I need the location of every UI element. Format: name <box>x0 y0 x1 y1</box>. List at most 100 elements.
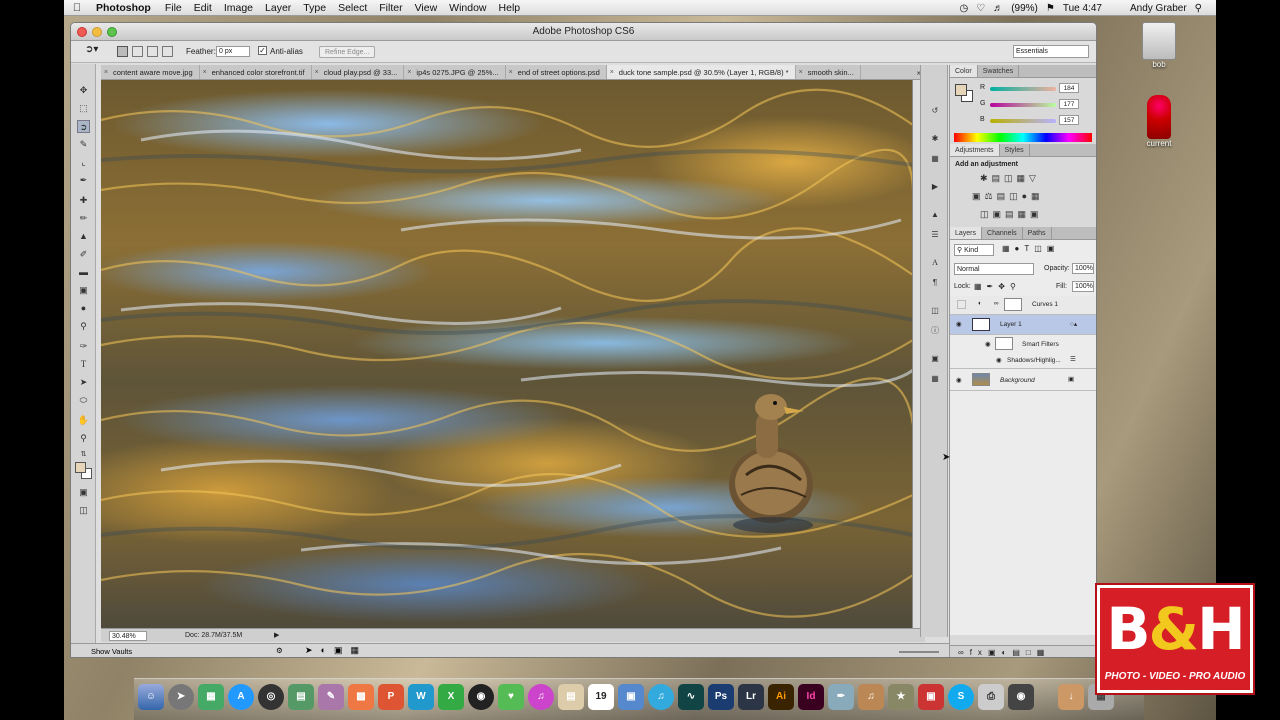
screen-share-icon[interactable]: ▣ <box>918 684 944 710</box>
zoom-button[interactable] <box>107 27 117 37</box>
lasso-tool-icon[interactable]: ➲ <box>77 120 90 133</box>
app-menu[interactable]: Photoshop <box>90 2 159 14</box>
menu-layer[interactable]: Layer <box>259 2 297 14</box>
link-layers-icon[interactable]: ∞ <box>958 648 970 657</box>
fill-input[interactable]: 100% <box>1072 281 1094 292</box>
blend-mode-select[interactable]: Normal <box>954 263 1034 275</box>
layer-row-background[interactable]: ◉ Background ▣ <box>950 370 1096 391</box>
illustrator-dock-icon[interactable]: Ai <box>768 684 794 710</box>
apple-icon[interactable]:  <box>64 2 90 14</box>
tab-layers[interactable]: Layers <box>950 227 983 239</box>
menu-image[interactable]: Image <box>218 2 259 14</box>
fg-color-swatch[interactable] <box>955 84 967 96</box>
tab-enhanced-color-storefront[interactable]: × enhanced color storefront.tif <box>200 65 312 79</box>
layer-name[interactable]: Curves 1 <box>1032 301 1058 308</box>
flag-icon[interactable]: ⚑ <box>1046 3 1055 14</box>
zoom-level[interactable]: 30.48% <box>109 631 147 641</box>
adjustment-icons-row-2[interactable]: ▣⚖▤◫●▦ <box>972 191 1044 202</box>
eye-icon[interactable]: ◉ <box>985 340 991 348</box>
user-menu[interactable]: Andy Graber <box>1130 3 1187 14</box>
gradient-tool-icon[interactable]: ▣ <box>77 284 90 297</box>
notes-icon[interactable]: ▣ <box>929 353 941 364</box>
history-icon[interactable]: ↺ <box>929 105 941 116</box>
opacity-input[interactable]: 100% <box>1072 263 1094 274</box>
tool-presets-icon[interactable]: ☰ <box>929 229 941 240</box>
quick-select-tool-icon[interactable]: ✎ <box>77 138 90 151</box>
screen-mode-icon[interactable]: ◫ <box>77 504 90 517</box>
intersect-selection-icon[interactable] <box>162 46 173 57</box>
tab-end-of-street[interactable]: × end of street options.psd <box>506 65 607 79</box>
lasso-preset-icon[interactable]: ➲▾ <box>85 44 98 55</box>
trash-icon[interactable]: ▦ <box>1037 648 1051 657</box>
brush-presets-icon[interactable]: ✱ <box>929 133 941 144</box>
tab-color[interactable]: Color <box>950 65 978 77</box>
eye-icon[interactable]: ◉ <box>996 356 1002 364</box>
menu-filter[interactable]: Filter <box>373 2 408 14</box>
subtract-selection-icon[interactable] <box>147 46 158 57</box>
paragraph-icon[interactable]: ¶ <box>929 277 941 288</box>
grapher-icon[interactable]: ▤ <box>288 684 314 710</box>
tab-channels[interactable]: Channels <box>982 227 1023 239</box>
layer-filter-kind[interactable]: ⚲ Kind <box>954 244 994 256</box>
blue-slider[interactable] <box>990 119 1056 123</box>
blur-tool-icon[interactable]: ● <box>77 302 90 315</box>
smart-filter-mask[interactable] <box>995 337 1013 350</box>
layer-name[interactable]: Layer 1 <box>1000 321 1022 328</box>
desktop-icon-bob[interactable]: bob <box>1134 22 1184 69</box>
finder-icon[interactable]: ☺ <box>138 684 164 710</box>
star-app-icon[interactable]: ★ <box>888 684 914 710</box>
guitar-icon[interactable]: ♫ <box>858 684 884 710</box>
excel-icon[interactable]: X <box>438 684 464 710</box>
close-tab-icon[interactable]: × <box>799 65 803 79</box>
zoom-slider[interactable] <box>899 651 939 653</box>
tab-duck-tone-sample[interactable]: × duck tone sample.psd @ 30.5% (Layer 1, … <box>606 65 796 79</box>
character-icon[interactable]: A <box>929 257 941 268</box>
pen-tool-icon[interactable]: ✑ <box>77 340 90 353</box>
background-thumbnail[interactable] <box>972 373 990 386</box>
histogram-icon[interactable]: ▦ <box>929 153 941 164</box>
mission-control-icon[interactable]: ▦ <box>198 684 224 710</box>
mask-icon[interactable]: ▣ <box>988 648 1002 657</box>
printer-icon[interactable]: ⎙ <box>978 684 1004 710</box>
layer-row-curves[interactable]: ◐ ∞ Curves 1 <box>950 296 1096 315</box>
battery-status[interactable]: (99%) <box>1011 3 1038 14</box>
downloads-stack-icon[interactable]: ↓ <box>1058 684 1084 710</box>
menu-help[interactable]: Help <box>493 2 527 14</box>
type-tool-icon[interactable]: T <box>77 358 90 371</box>
eraser-tool-icon[interactable]: ▬ <box>77 266 90 279</box>
actions-icon[interactable]: ▶ <box>929 181 941 192</box>
green-slider[interactable] <box>990 103 1056 107</box>
close-tab-icon[interactable]: × <box>104 65 108 79</box>
close-tab-icon[interactable]: × <box>407 65 411 79</box>
tab-smooth-skin[interactable]: × smooth skin... <box>796 65 861 79</box>
refine-edge-button[interactable]: Refine Edge... <box>319 46 376 58</box>
keynote-icon[interactable]: ▩ <box>348 684 374 710</box>
photos-icon[interactable]: ▣ <box>618 684 644 710</box>
workspace-select[interactable]: Essentials <box>1013 45 1089 58</box>
crop-tool-icon[interactable]: ⌞ <box>77 156 90 169</box>
color-spectrum-bar[interactable] <box>954 133 1092 142</box>
blue-value[interactable]: 157 <box>1059 115 1079 125</box>
blending-options-icon[interactable]: ☰ <box>1070 355 1076 363</box>
camera-icon[interactable]: ◉ <box>1008 684 1034 710</box>
close-tab-icon[interactable]: × <box>509 65 513 79</box>
layer-filter-icons[interactable]: ▦●T◫▣ <box>1002 244 1059 253</box>
move-tool-icon[interactable]: ✥ <box>77 84 90 97</box>
tab-styles[interactable]: Styles <box>1000 144 1030 156</box>
history-brush-tool-icon[interactable]: ✐ <box>77 248 90 261</box>
filter-name[interactable]: Shadows/Highlig... <box>1007 357 1061 364</box>
clone-stamp-tool-icon[interactable]: ▲ <box>77 230 90 243</box>
itunes-icon[interactable]: ♫ <box>648 684 674 710</box>
desktop-icon-current[interactable]: current <box>1134 95 1184 148</box>
foreground-color-swatch[interactable] <box>75 462 86 473</box>
tab-content-aware-move[interactable]: × content aware move.jpg <box>101 65 200 79</box>
antialias-checkbox[interactable]: ✓ <box>258 46 267 55</box>
menu-edit[interactable]: Edit <box>188 2 218 14</box>
new-group-icon[interactable]: ▤ <box>1012 648 1026 657</box>
layer-mask-thumbnail[interactable] <box>1004 298 1022 311</box>
document-canvas[interactable] <box>101 80 913 628</box>
close-button[interactable] <box>77 27 87 37</box>
menu-view[interactable]: View <box>409 2 444 14</box>
red-value[interactable]: 184 <box>1059 83 1079 93</box>
skype-icon[interactable]: S <box>948 684 974 710</box>
